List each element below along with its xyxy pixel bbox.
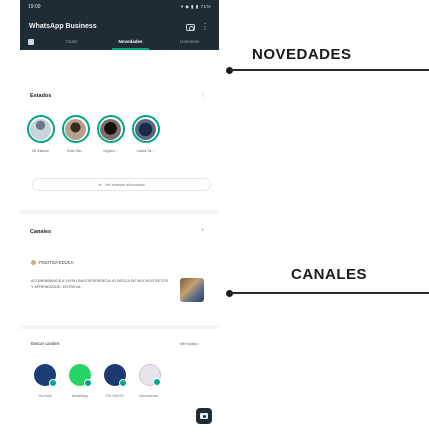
mute-icon: ≪ [98, 183, 103, 187]
verified-icon [153, 378, 161, 386]
add-channel-icon[interactable]: + [201, 228, 205, 234]
status-list: Mi estado Kids Ma... Organi... Laura Ta.… [25, 115, 161, 153]
channel-label: YouTube [37, 394, 53, 398]
suggested-channel[interactable]: Movimiento... [134, 364, 166, 398]
channels-section-title: Canales [30, 229, 52, 235]
section-divider [20, 325, 219, 329]
muted-statuses-label: Ver estados silenciados [105, 182, 145, 187]
status-item[interactable]: Kids Ma... [60, 115, 91, 153]
camera-icon[interactable] [186, 24, 195, 31]
verified-icon [84, 379, 92, 387]
section-divider [20, 210, 219, 214]
tab-bar: Chats Novedades Llamadas [20, 34, 219, 50]
status-item[interactable]: Organi... [95, 115, 126, 153]
channel-avatar [69, 364, 92, 387]
status-ring [26, 115, 55, 143]
status-name: Organi... [103, 149, 118, 153]
tab-novedades[interactable]: Novedades [101, 34, 160, 50]
annotation-line [230, 292, 429, 294]
channel-avatar [31, 260, 36, 265]
annotation-line [230, 69, 429, 71]
verified-icon [119, 379, 127, 387]
annotation-canales: CANALES [291, 266, 368, 283]
channel-avatar [34, 364, 57, 387]
channel-avatar [139, 364, 161, 386]
channel-name-label: POSITIVA EDUCA [39, 260, 74, 265]
status-name: Mi estado [32, 149, 49, 153]
find-channels-title: Buscar canales [31, 341, 60, 346]
annotation-novedades: NOVEDADES [252, 46, 352, 63]
tab-chats[interactable]: Chats [42, 34, 101, 50]
camera-fab-button[interactable] [196, 408, 212, 424]
communities-icon [28, 39, 34, 45]
suggested-channel[interactable]: WhatsApp [64, 364, 96, 398]
status-item[interactable]: Mi estado [25, 115, 56, 153]
status-bar: 19:09 ▾ ◆ ▮ ▮ 71% [20, 0, 219, 13]
channel-message-thumbnail[interactable] [180, 278, 204, 302]
status-ring [131, 115, 160, 143]
status-section-title: Estados [30, 93, 52, 99]
avatar [100, 118, 121, 140]
suggested-channel[interactable]: FM RADIO [99, 364, 131, 398]
channel-label: WhatsApp [71, 394, 89, 398]
see-all-link[interactable]: Ver todos › [180, 341, 199, 346]
status-ring [61, 115, 90, 143]
status-name: Laura Ta... [136, 149, 155, 153]
suggested-channel[interactable]: YouTube [29, 364, 61, 398]
more-options-icon[interactable]: ⋮ [201, 23, 209, 31]
suggested-channels: YouTube WhatsApp FM RADIO Movimiento... [29, 364, 166, 398]
channel-message[interactable]: ACOMPAÑAMOS A VIVIR UNA EXPERIENCIA 40 D… [31, 278, 171, 290]
app-title: WhatsApp Business [29, 23, 97, 30]
verified-icon [49, 379, 57, 387]
tab-communities[interactable] [20, 39, 42, 45]
status-name: Kids Ma... [67, 149, 84, 153]
tab-llamadas[interactable]: Llamadas [160, 34, 219, 50]
channel-label: Movimiento... [139, 394, 161, 398]
muted-statuses-button[interactable]: ≪ Ver estados silenciados [32, 178, 211, 191]
channel-label: FM RADIO [106, 394, 124, 398]
channel-avatar [104, 364, 127, 387]
clock: 19:09 [28, 3, 41, 10]
avatar [135, 118, 156, 140]
status-more-icon[interactable]: ⋮ [200, 92, 206, 99]
avatar [65, 118, 86, 140]
channel-name[interactable]: POSITIVA EDUCA [31, 260, 74, 265]
status-ring [96, 115, 125, 143]
status-item[interactable]: Laura Ta... [130, 115, 161, 153]
system-icons: ▾ ◆ ▮ ▮ 71% [180, 3, 211, 9]
phone-screen: 19:09 ▾ ◆ ▮ ▮ 71% WhatsApp Business ⋮ Ch… [20, 0, 219, 433]
app-bar: WhatsApp Business ⋮ Chats Novedades Llam… [20, 13, 219, 50]
avatar [30, 118, 51, 140]
